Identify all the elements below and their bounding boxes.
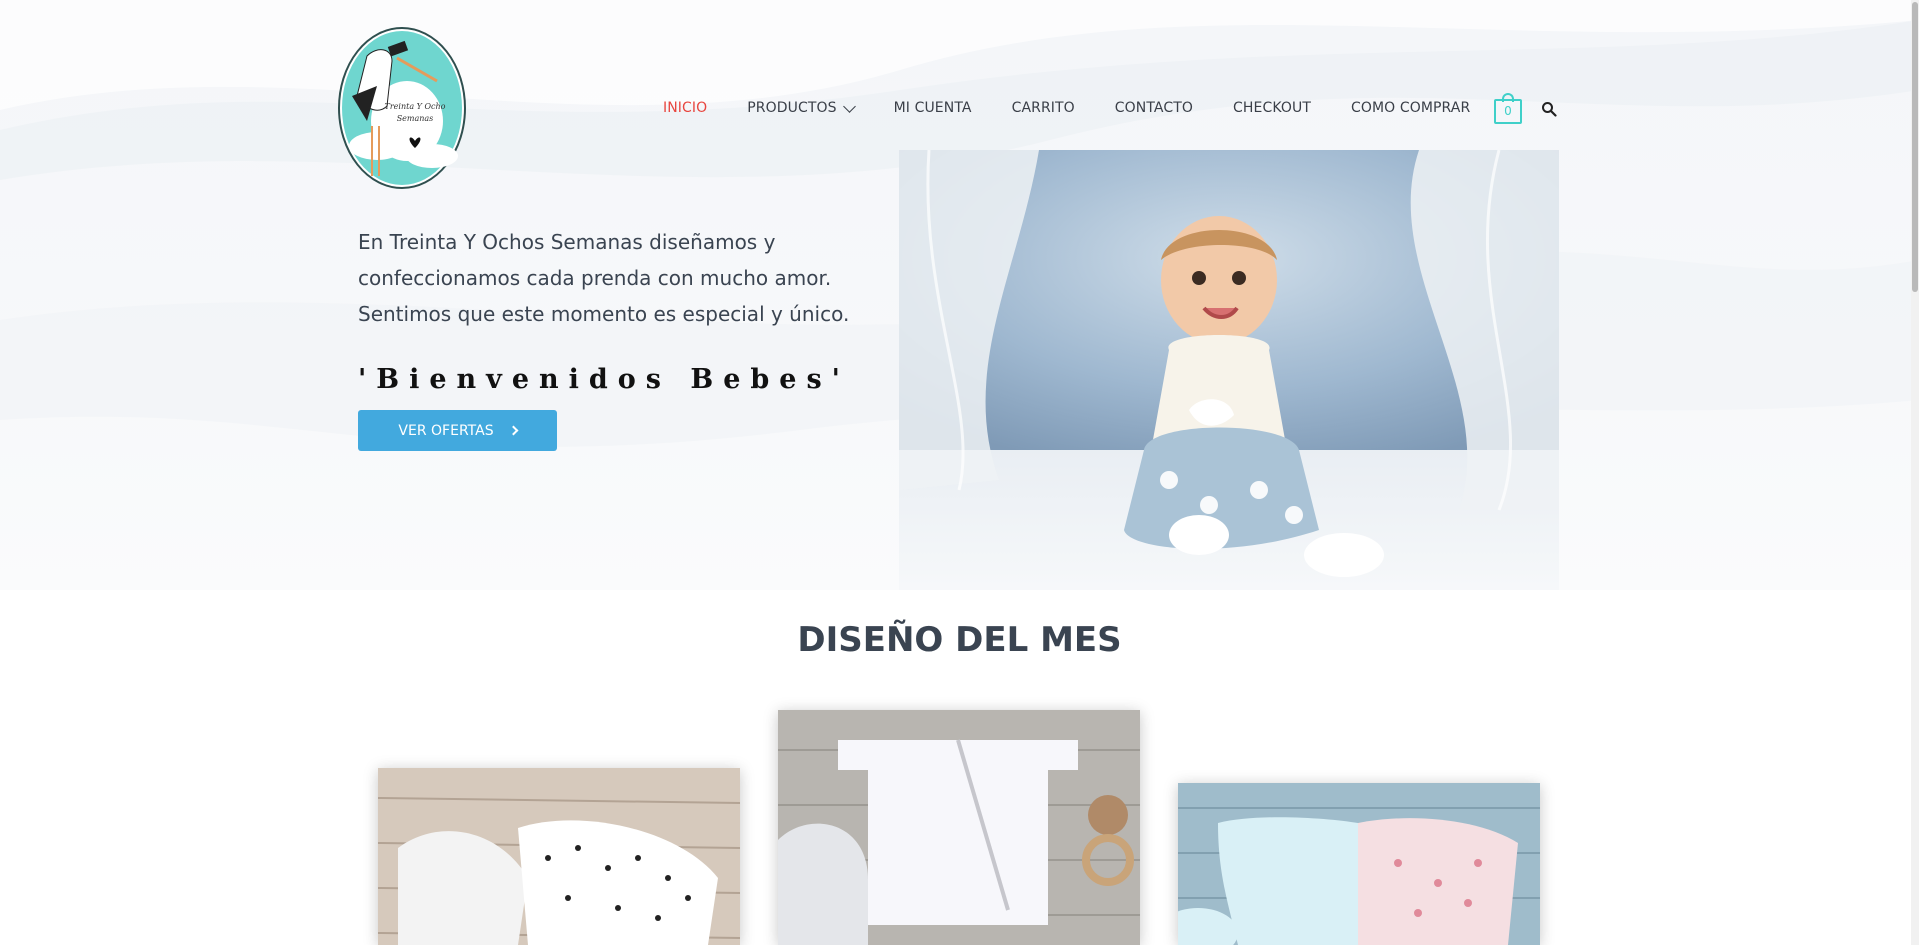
- hero-heading: 'Bienvenidos Bebes': [358, 364, 850, 395]
- product-card-2[interactable]: [778, 710, 1140, 945]
- hero-text-line1: En Treinta Y Ochos Semanas diseñamos y: [358, 230, 776, 254]
- nav-item-carrito[interactable]: CARRITO: [1012, 100, 1075, 116]
- logo-text-line2: Semanas: [397, 114, 434, 123]
- nav-item-inicio[interactable]: INICIO: [663, 100, 707, 116]
- cart-count: 0: [1494, 99, 1522, 124]
- ver-ofertas-button[interactable]: VER OFERTAS: [358, 410, 557, 451]
- product-card-1[interactable]: [378, 768, 740, 945]
- product-card-3[interactable]: [1178, 783, 1540, 945]
- ver-ofertas-label: VER OFERTAS: [398, 422, 494, 439]
- nav-item-contacto[interactable]: CONTACTO: [1115, 100, 1193, 116]
- nav-item-productos-label: PRODUCTOS: [747, 100, 837, 116]
- nav-item-productos[interactable]: PRODUCTOS: [747, 99, 856, 116]
- hero-text-line3: Sentimos que este momento es especial y …: [358, 302, 850, 326]
- nav-item-mi-cuenta[interactable]: MI CUENTA: [894, 100, 972, 116]
- section-title: DISEÑO DEL MES: [797, 620, 1122, 660]
- logo-text-line1: Treinta Y Ocho: [385, 102, 446, 111]
- main-nav: INICIO PRODUCTOS MI CUENTA CARRITO CONTA…: [663, 96, 1510, 120]
- nav-item-como-comprar[interactable]: COMO COMPRAR: [1351, 100, 1470, 116]
- page: Treinta Y Ocho Semanas INICIO PRODUCTOS …: [0, 0, 1919, 945]
- logo[interactable]: Treinta Y Ocho Semanas: [337, 26, 467, 190]
- hero-baby-photo: [899, 150, 1559, 590]
- cart-icon[interactable]: 0: [1494, 93, 1522, 124]
- chevron-down-icon: [842, 99, 856, 113]
- hero-intro-text: En Treinta Y Ochos Semanas diseñamos y c…: [358, 224, 878, 332]
- page-scrollbar[interactable]: [1911, 0, 1919, 945]
- scrollbar-thumb[interactable]: [1912, 2, 1918, 292]
- chevron-right-icon: [508, 425, 519, 436]
- nav-item-checkout[interactable]: CHECKOUT: [1233, 100, 1311, 116]
- hero-text-line2: confeccionamos cada prenda con mucho amo…: [358, 266, 832, 290]
- search-icon[interactable]: [1541, 101, 1557, 117]
